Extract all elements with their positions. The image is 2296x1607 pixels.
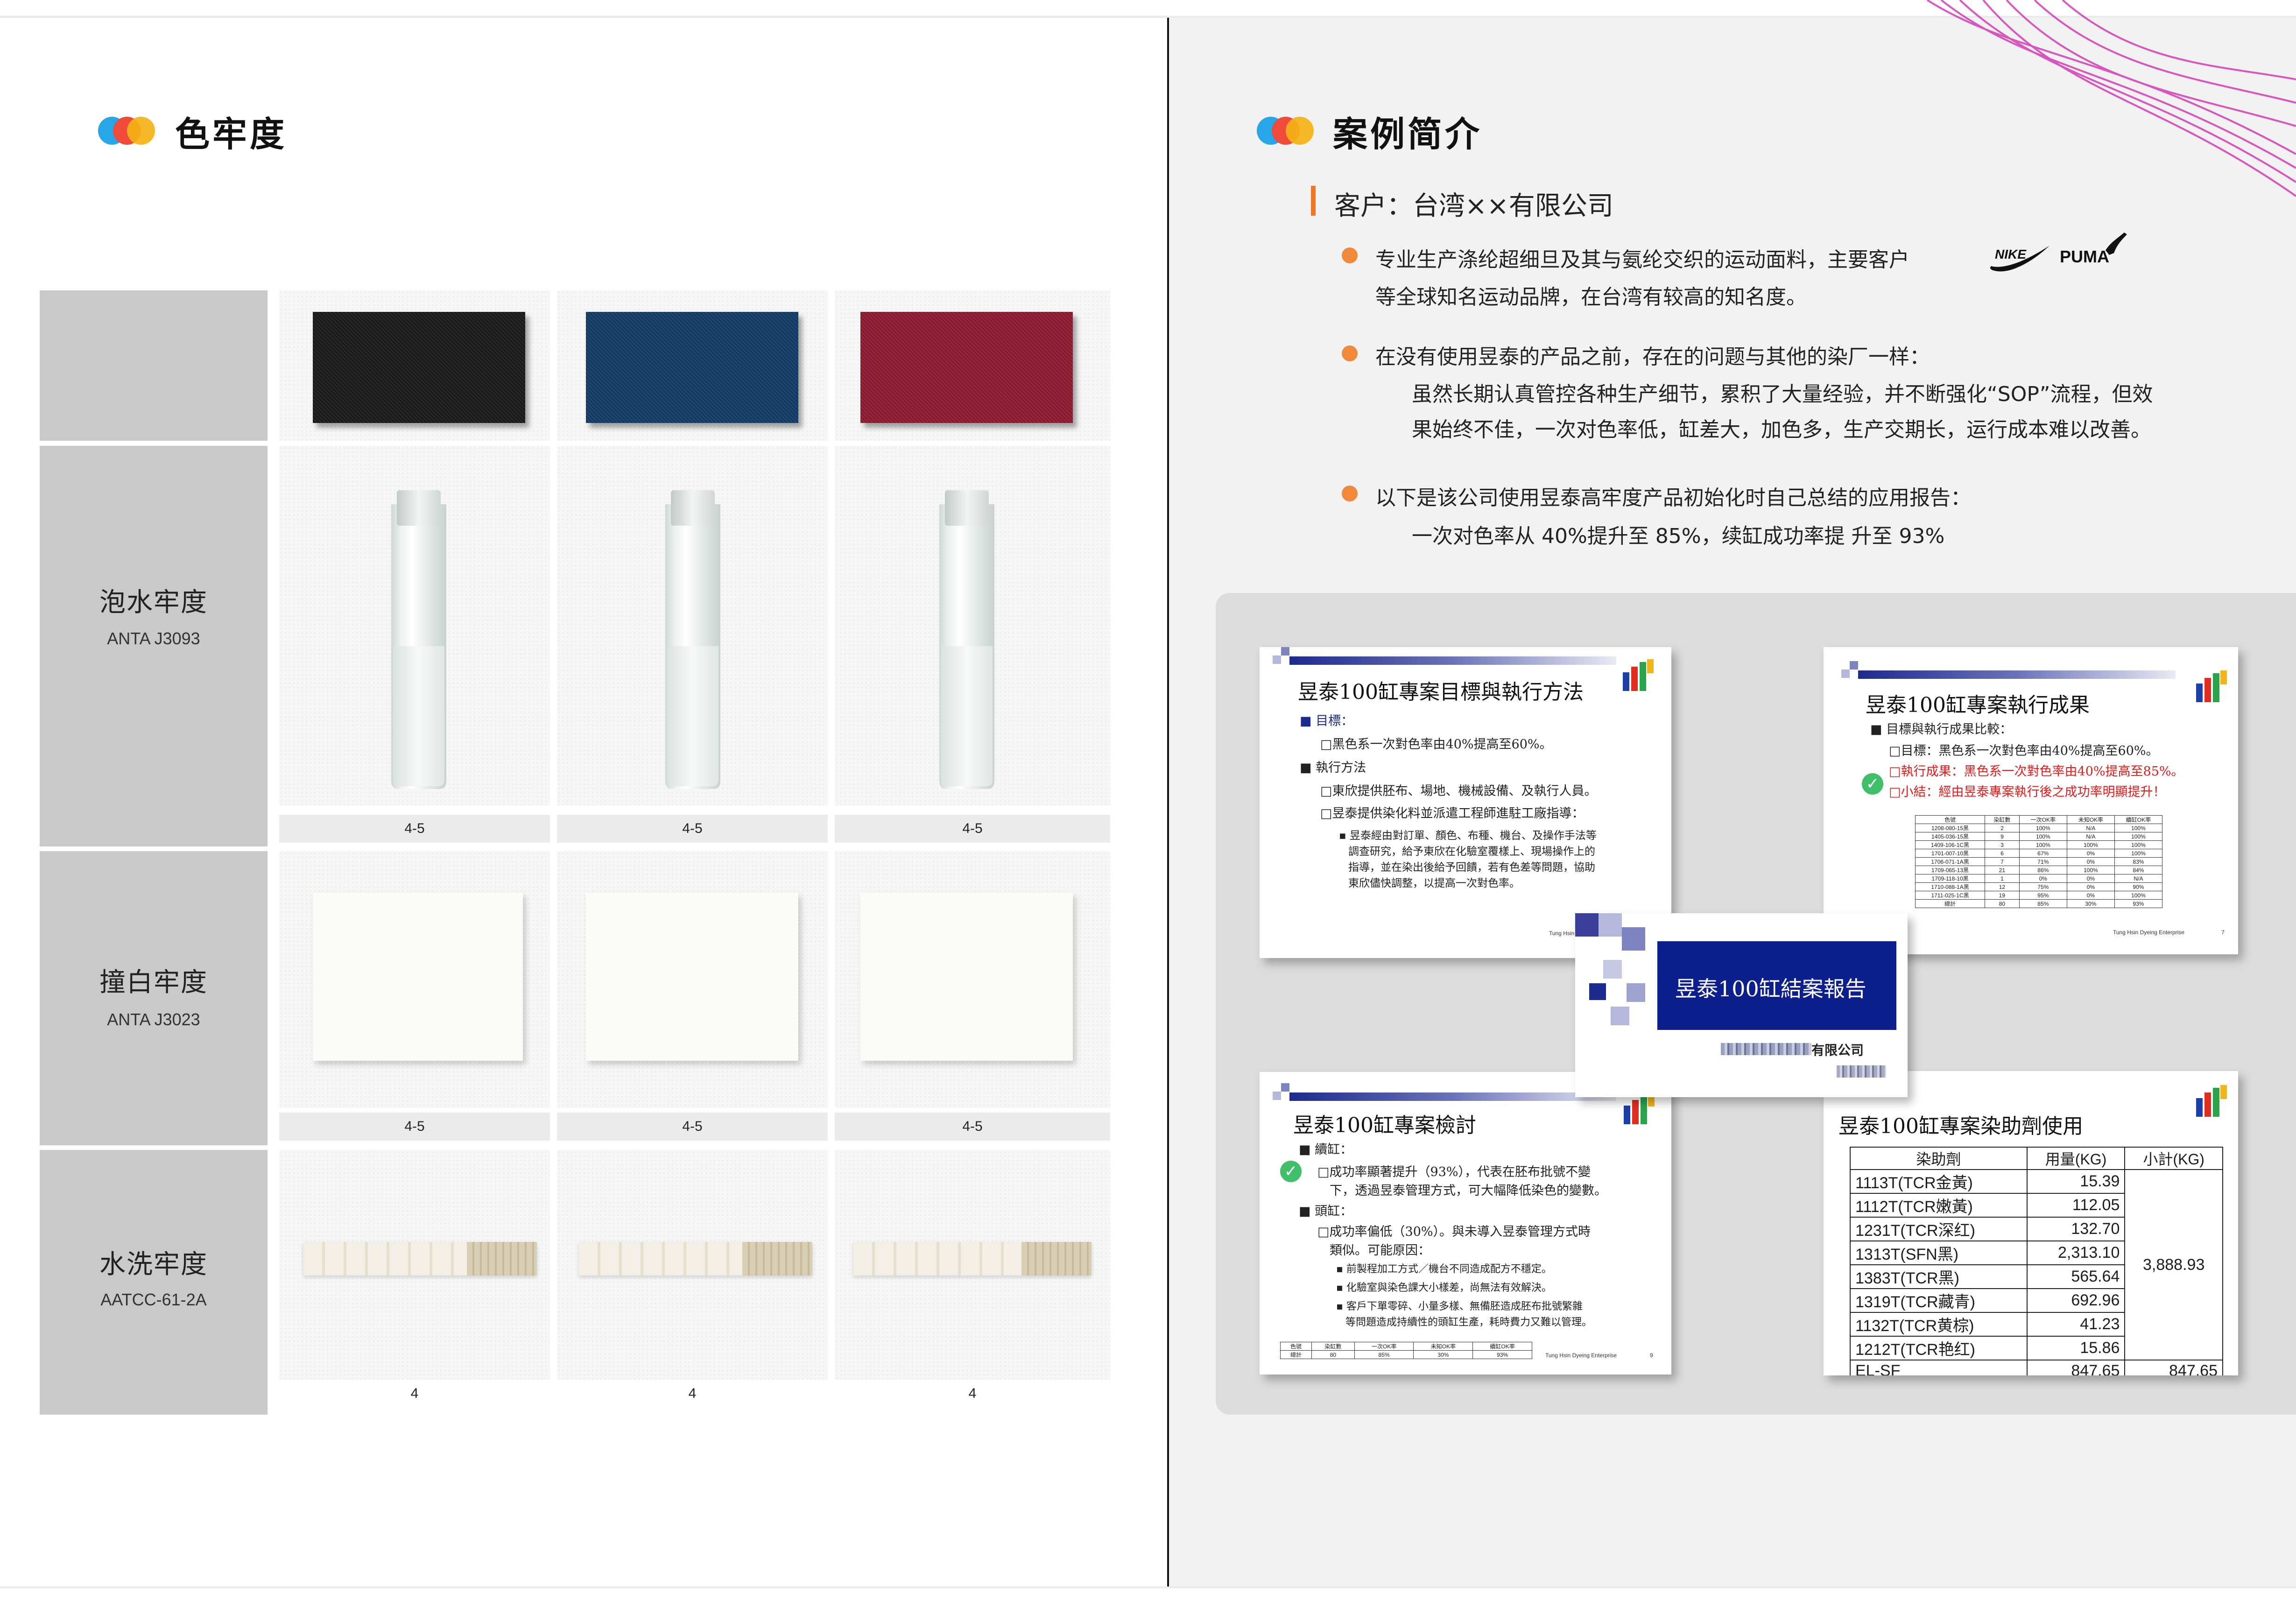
check-icon: ✓	[1862, 773, 1883, 795]
fabric-swatch-black	[313, 312, 525, 423]
redacted-text	[1721, 1043, 1811, 1055]
svg-text:PUMA: PUMA	[2060, 247, 2109, 266]
slide-results: 昱泰100缸專案執行成果 ■ 目標與執行成果比較： □目標：黑色系一次對色率由4…	[1824, 647, 2238, 954]
white-cloth-sample	[586, 893, 798, 1061]
bottom-rule	[0, 1586, 2296, 1588]
grade-value: 4-5	[835, 1113, 1110, 1141]
row-standard: AATCC-61-2A	[100, 1290, 207, 1309]
company-logo-icon	[1619, 659, 1657, 693]
paragraph-line: 在没有使用昱泰的产品之前，存在的问题与其他的染厂一样：	[1375, 345, 1930, 369]
table-header-blank	[40, 290, 268, 441]
slide-review: 昱泰100缸專案檢討 ■ 續缸： ✓ □成功率顯著提升（93%），代表在胚布批號…	[1260, 1072, 1671, 1374]
bullet-dot	[1342, 247, 1358, 263]
fabric-swatch-red	[860, 312, 1073, 423]
paragraph-line: 专业生产涤纶超细旦及其与氨纶交织的运动面料，主要客户	[1375, 248, 1909, 272]
chemicals-table: 染助劑 用量(KG) 小計(KG) 1113T(TCR金黃) 15.39 3,888…	[1850, 1147, 2223, 1375]
check-icon: ✓	[1280, 1161, 1302, 1182]
paragraph-line: 一次对色率从 40%提升至 85%，续缸成功率提 升至 93%	[1412, 524, 1945, 548]
row-name: 撞白牢度	[99, 967, 208, 998]
grade-value: 4-5	[279, 1113, 550, 1141]
slide-title: 昱泰100缸專案檢討	[1293, 1114, 1476, 1137]
section-title-case: 案例简介	[1333, 114, 1482, 155]
slide-title: 昱泰100缸專案目標與執行方法	[1298, 680, 1584, 704]
white-cloth-sample	[860, 893, 1073, 1061]
brand-dots-icon	[98, 117, 156, 145]
slide-title: 昱泰100缸結案報告	[1675, 976, 1866, 1001]
grade-value: 4	[279, 1380, 550, 1408]
company-suffix: 有限公司	[1811, 1043, 1864, 1058]
puma-logo-icon: PUMA	[2060, 233, 2127, 266]
slide-title: 昱泰100缸專案執行成果	[1866, 693, 2090, 717]
grade-value: 4	[557, 1380, 828, 1408]
multifiber-strip	[853, 1242, 1092, 1276]
grade-value: 4	[835, 1380, 1110, 1408]
grade-value: 4-5	[835, 815, 1110, 843]
grade-value: 4-5	[557, 1113, 828, 1141]
grade-value: 4-5	[279, 815, 550, 843]
decorative-swirl	[1926, 0, 2296, 197]
fabric-swatch-navy	[586, 312, 798, 423]
test-vial	[939, 490, 994, 789]
grade-value: 4-5	[557, 815, 828, 843]
row-label-washing: 水洗牢度 AATCC-61-2A	[40, 1150, 268, 1415]
company-logo-icon	[2192, 670, 2231, 704]
row-standard: ANTA J3023	[107, 1010, 200, 1029]
test-vial	[665, 490, 720, 789]
accent-bar	[1311, 186, 1316, 216]
brand-dots-icon	[1257, 117, 1315, 145]
multifiber-strip	[579, 1242, 812, 1276]
company-logo-icon	[1620, 1092, 1658, 1126]
bullet-dot	[1342, 486, 1358, 501]
redacted-text	[1837, 1065, 1886, 1078]
row-name: 泡水牢度	[99, 587, 208, 618]
review-table: 色號 染缸數 一次OK率 未知OK率 續缸OK率 總計 80 85% 30% 93%	[1280, 1342, 1532, 1359]
nike-logo-icon: NIKE	[1990, 246, 2049, 272]
client-name: 客户：台湾××有限公司	[1334, 191, 1613, 221]
paragraph-line: 果始终不佳，一次对色率低，缸差大，加色多，生产交期长，运行成本难以改善。	[1412, 418, 2151, 442]
slide-goals: 昱泰100缸專案目標與執行方法 ■ 目標： □黑色系一次對色率由40%提高至60…	[1260, 647, 1671, 958]
results-table: 色號 染缸數 一次OK率 未知OK率 續缸OK率 1208-080-15黑 2 100% N/…	[1915, 815, 2163, 908]
white-cloth-sample	[313, 893, 523, 1061]
multifiber-strip	[303, 1242, 537, 1276]
paragraph-line: 虽然长期认真管控各种生产细节，累积了大量经验，并不断强化“SOP”流程，但效	[1412, 382, 2153, 406]
test-vial	[391, 490, 446, 789]
bullet-dot	[1342, 345, 1358, 361]
svg-text:NIKE: NIKE	[1995, 247, 2027, 261]
company-logo-icon	[2192, 1085, 2231, 1119]
slide-title: 昱泰100缸專案染助劑使用	[1838, 1114, 2083, 1138]
row-label-crocking: 撞白牢度 ANTA J3023	[40, 851, 268, 1145]
row-label-water: 泡水牢度 ANTA J3093	[40, 446, 268, 846]
slide-final-report: 昱泰100缸結案報告 有限公司	[1575, 913, 1908, 1097]
section-title-colorfastness: 色牢度	[175, 114, 287, 155]
row-name: 水洗牢度	[99, 1249, 208, 1280]
paragraph-line: 以下是该公司使用昱泰高牢度产品初始化时自己总结的应用报告：	[1375, 486, 1971, 510]
row-standard: ANTA J3093	[107, 629, 200, 648]
slide-chemicals: 昱泰100缸專案染助劑使用 染助劑 用量(KG) 小計(KG) 1113T(TC…	[1824, 1071, 2238, 1375]
paragraph-line: 等全球知名运动品牌，在台湾有较高的知名度。	[1375, 285, 1807, 309]
